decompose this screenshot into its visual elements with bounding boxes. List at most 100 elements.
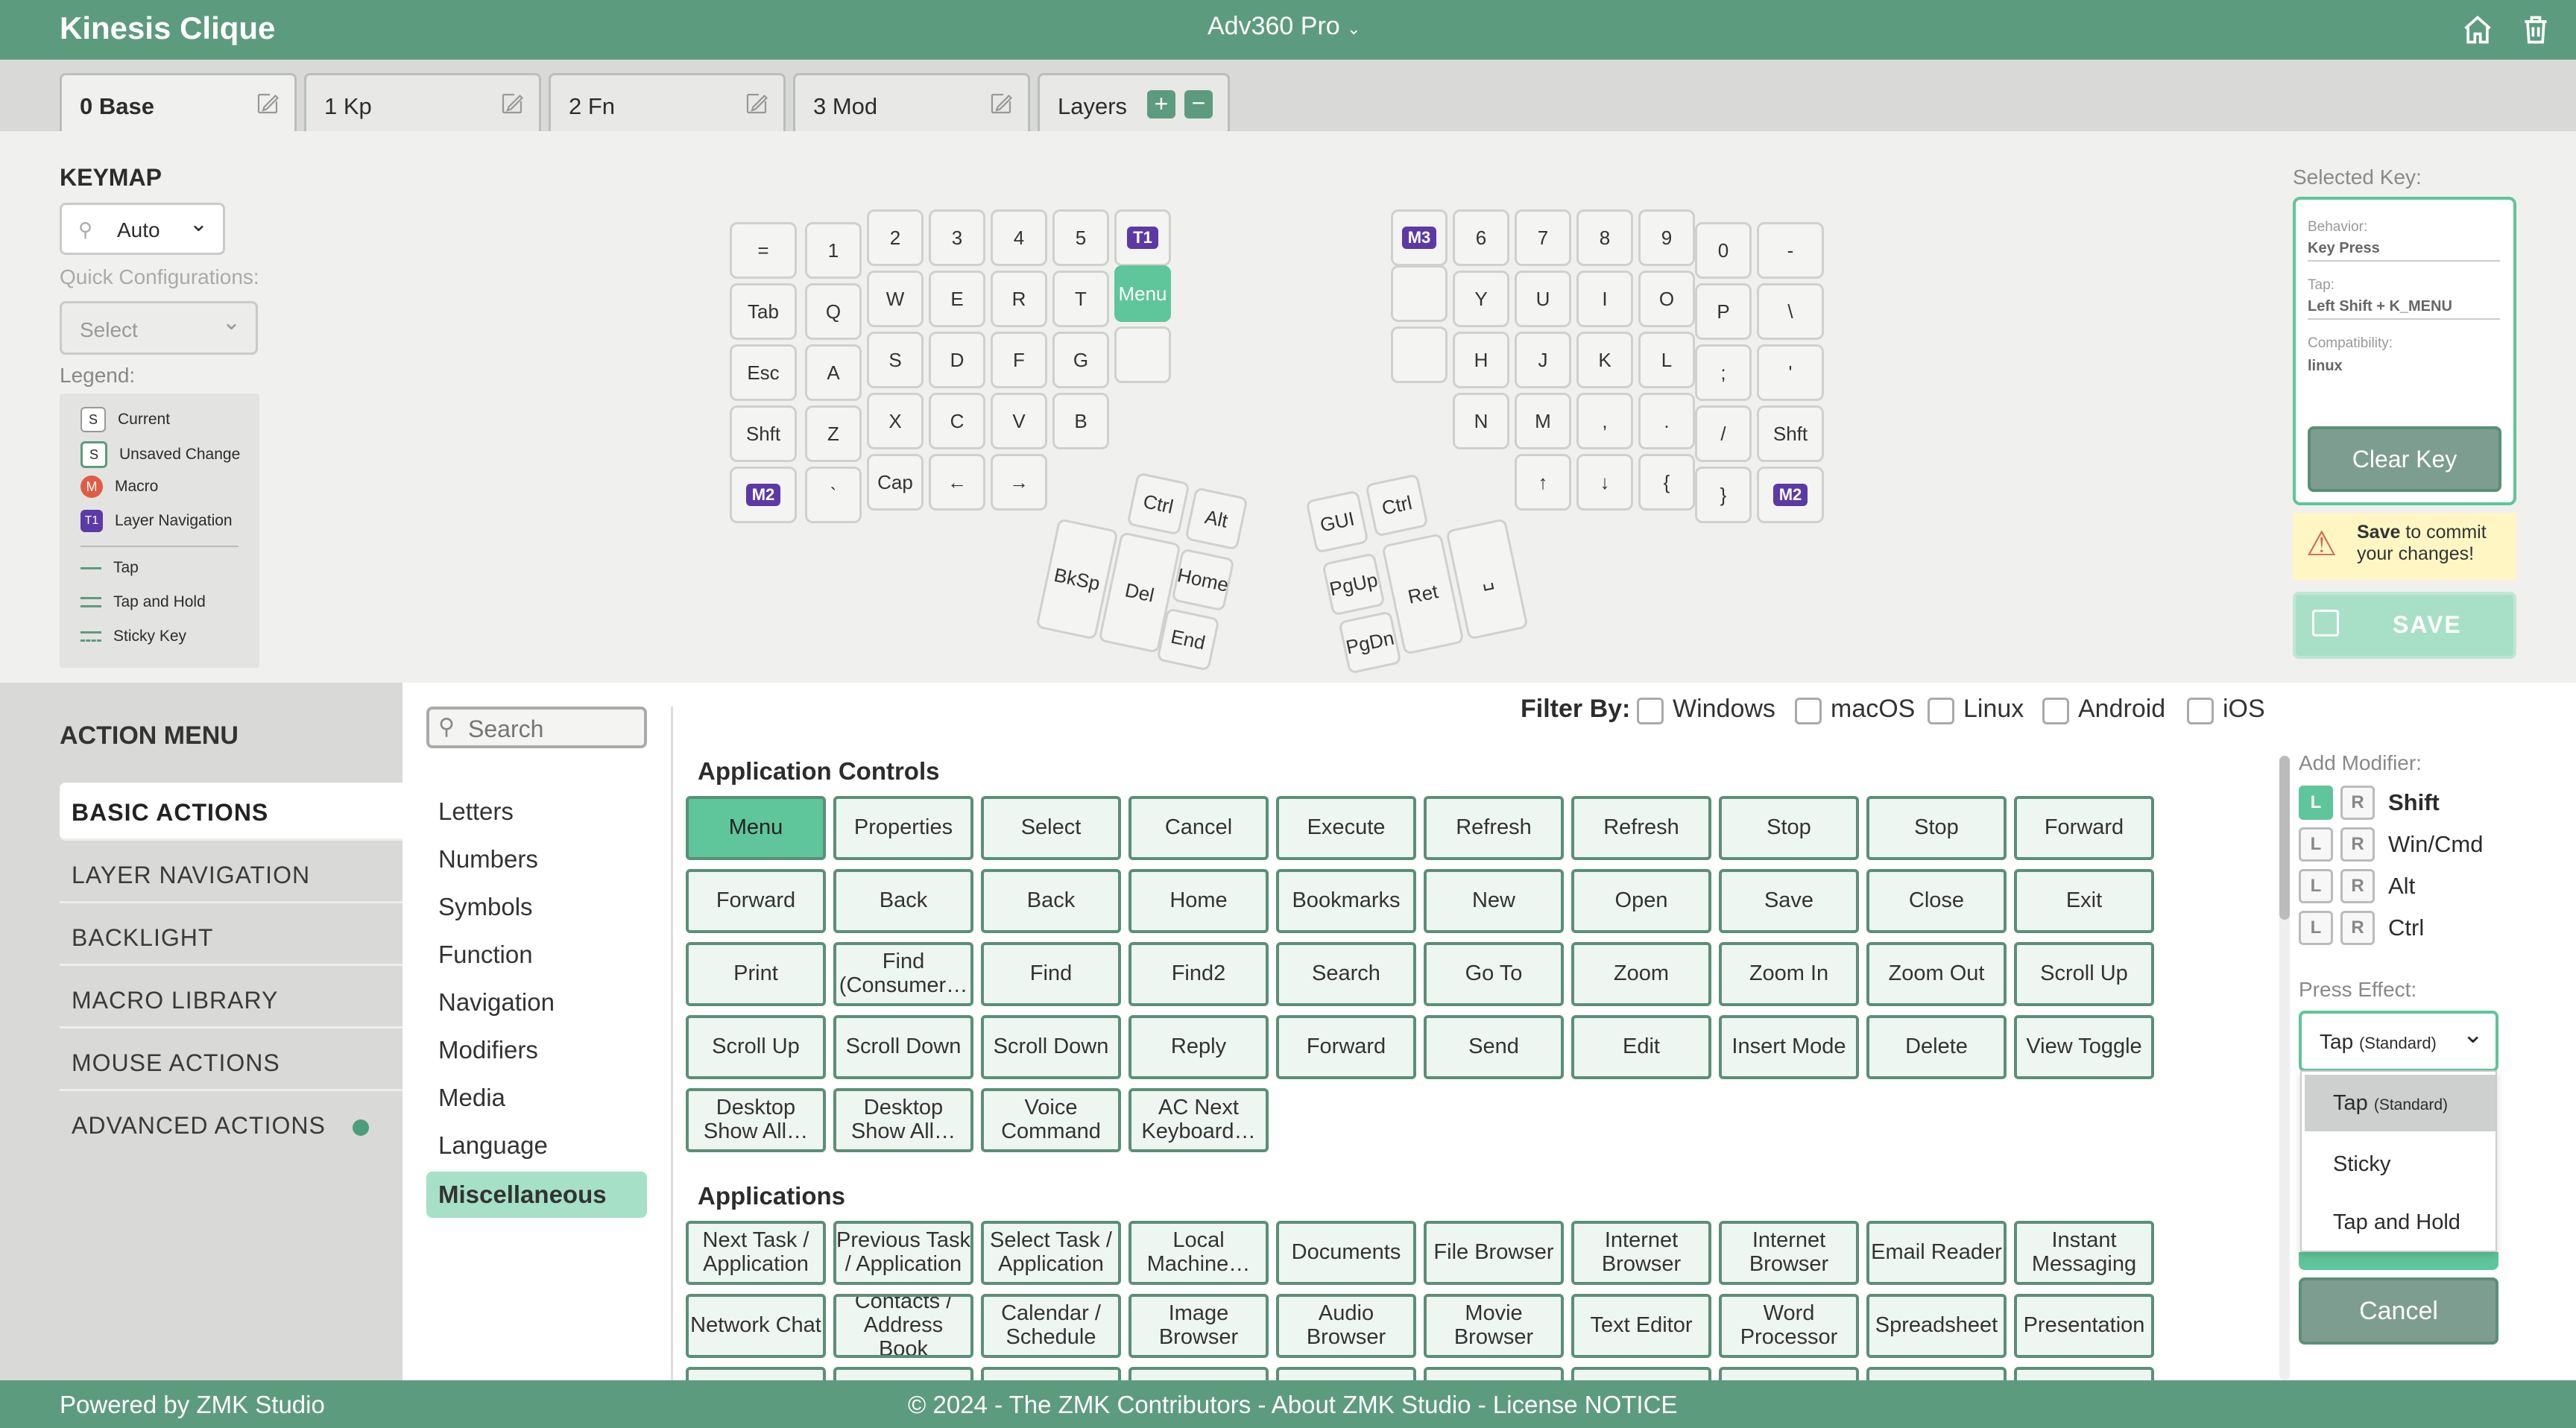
modifier-left-toggle[interactable]: L xyxy=(2299,869,2333,903)
filter-linux-checkbox[interactable] xyxy=(1928,698,1954,724)
app-button-clipped[interactable] xyxy=(1866,1367,2007,1380)
action-button-11[interactable]: Back xyxy=(833,869,973,933)
key-left-alt[interactable]: Alt xyxy=(1184,487,1248,551)
app-button-15[interactable]: Movie Browser xyxy=(1424,1294,1564,1358)
trash-icon[interactable] xyxy=(2519,13,2552,46)
app-button-16[interactable]: Text Editor xyxy=(1571,1294,1711,1358)
cancel-button[interactable]: Cancel xyxy=(2299,1277,2498,1345)
key-left-25[interactable]: V xyxy=(991,393,1047,449)
key-right-3[interactable]: 8 xyxy=(1576,209,1633,266)
app-button-clipped[interactable] xyxy=(1276,1367,1416,1380)
key-right-24[interactable]: . xyxy=(1638,393,1695,449)
save-button[interactable]: SAVE xyxy=(2293,592,2516,659)
action-button-36[interactable]: Edit xyxy=(1571,1015,1711,1079)
key-right-11[interactable]: O xyxy=(1638,271,1695,327)
key-left-26[interactable]: B xyxy=(1052,393,1109,449)
key-right-16[interactable]: J xyxy=(1515,332,1571,388)
filter-ios-checkbox[interactable] xyxy=(2187,698,2214,724)
key-left-18[interactable]: F xyxy=(991,332,1047,388)
tab-layer-0[interactable]: 0 Base xyxy=(60,73,297,133)
modifier-left-toggle[interactable]: L xyxy=(2299,827,2333,862)
key-left-0[interactable]: = xyxy=(730,222,797,279)
key-right-22[interactable]: M xyxy=(1515,393,1571,449)
action-button-20[interactable]: Print xyxy=(686,942,826,1006)
key-right-6[interactable]: - xyxy=(1757,222,1824,279)
action-button-23[interactable]: Find2 xyxy=(1128,942,1269,1006)
filter-windows-checkbox[interactable] xyxy=(1637,698,1664,724)
action-button-19[interactable]: Exit xyxy=(2014,869,2154,933)
footer-powered-by[interactable]: Powered by ZMK Studio xyxy=(60,1391,325,1419)
action-button-21[interactable]: Find (Consumer… xyxy=(833,942,973,1006)
action-button-14[interactable]: Bookmarks xyxy=(1276,869,1416,933)
add-layer-button[interactable]: + xyxy=(1147,90,1175,119)
key-right-29[interactable]: { xyxy=(1638,454,1695,511)
key-right-7[interactable] xyxy=(1391,265,1448,322)
search-input[interactable] xyxy=(467,713,641,745)
key-left-11[interactable]: R xyxy=(991,271,1047,327)
action-button-38[interactable]: Delete xyxy=(1866,1015,2007,1079)
modifier-right-toggle[interactable]: R xyxy=(2340,911,2375,945)
key-right-26[interactable]: Shft xyxy=(1757,405,1824,462)
action-button-18[interactable]: Close xyxy=(1866,869,2007,933)
app-button-0[interactable]: Next Task / Application xyxy=(686,1221,826,1285)
key-right-19[interactable]: ; xyxy=(1695,344,1752,401)
category-media[interactable]: Media xyxy=(438,1084,505,1112)
key-left-end[interactable]: End xyxy=(1156,607,1220,672)
action-scrollbar[interactable] xyxy=(2279,756,2290,1380)
action-button-7[interactable]: Stop xyxy=(1719,796,1859,860)
action-button-9[interactable]: Forward xyxy=(2014,796,2154,860)
key-left-21[interactable]: Shft xyxy=(730,405,797,462)
home-icon[interactable] xyxy=(2461,13,2494,46)
key-left-19[interactable]: G xyxy=(1052,332,1109,388)
key-left-16[interactable]: S xyxy=(867,332,924,388)
key-left-17[interactable]: D xyxy=(929,332,985,388)
category-navigation[interactable]: Navigation xyxy=(438,988,555,1017)
category-miscellaneous[interactable]: Miscellaneous xyxy=(426,1172,647,1218)
key-left-14[interactable]: Esc xyxy=(730,344,797,401)
edit-icon[interactable] xyxy=(988,90,1014,117)
key-right-pgdn[interactable]: PgDn xyxy=(1338,610,1402,674)
app-button-3[interactable]: Local Machine… xyxy=(1128,1221,1269,1285)
key-left-6[interactable]: T1 xyxy=(1114,209,1171,266)
key-left-23[interactable]: X xyxy=(867,393,924,449)
tab-layer-3[interactable]: 3 Mod xyxy=(793,73,1030,131)
key-right-gui[interactable]: GUI xyxy=(1305,490,1369,554)
filter-android-checkbox[interactable] xyxy=(2042,698,2069,724)
key-left-8[interactable]: Q xyxy=(805,283,862,340)
app-button-19[interactable]: Presentation xyxy=(2014,1294,2154,1358)
key-left-27[interactable]: M2 xyxy=(730,467,797,523)
action-button-24[interactable]: Search xyxy=(1276,942,1416,1006)
key-right-8[interactable]: Y xyxy=(1453,271,1509,327)
key-right-10[interactable]: I xyxy=(1576,271,1633,327)
apply-button-partial[interactable] xyxy=(2299,1252,2498,1270)
remove-layer-button[interactable]: − xyxy=(1184,90,1213,119)
app-button-5[interactable]: File Browser xyxy=(1424,1221,1564,1285)
action-button-42[interactable]: Voice Command xyxy=(981,1088,1121,1152)
search-field[interactable]: ⚲ xyxy=(426,707,647,748)
key-left-3[interactable]: 3 xyxy=(929,209,985,266)
app-button-2[interactable]: Select Task / Application xyxy=(981,1221,1121,1285)
action-button-34[interactable]: Forward xyxy=(1276,1015,1416,1079)
action-button-16[interactable]: Open xyxy=(1571,869,1711,933)
action-button-43[interactable]: AC Next Keyboard… xyxy=(1128,1088,1269,1152)
action-button-1[interactable]: Properties xyxy=(833,796,973,860)
key-right-31[interactable]: M2 xyxy=(1757,467,1824,523)
app-button-clipped[interactable] xyxy=(1719,1367,1859,1380)
action-menu-advanced-actions[interactable]: ADVANCED ACTIONS xyxy=(60,1096,402,1154)
key-left-13[interactable]: Menu xyxy=(1114,265,1171,322)
category-symbols[interactable]: Symbols xyxy=(438,893,533,921)
key-left-31[interactable]: → xyxy=(991,454,1047,511)
modifier-left-toggle[interactable]: L xyxy=(2299,786,2333,820)
app-button-clipped[interactable] xyxy=(2014,1367,2154,1380)
action-button-6[interactable]: Refresh xyxy=(1571,796,1711,860)
key-left-9[interactable]: W xyxy=(867,271,924,327)
category-letters[interactable]: Letters xyxy=(438,797,514,826)
edit-icon[interactable] xyxy=(499,90,525,117)
app-button-13[interactable]: Image Browser xyxy=(1128,1294,1269,1358)
action-button-32[interactable]: Scroll Down xyxy=(981,1015,1121,1079)
app-button-11[interactable]: Contacts / Address Book xyxy=(833,1294,973,1358)
key-right-ctrl[interactable]: Ctrl xyxy=(1365,473,1429,537)
action-button-10[interactable]: Forward xyxy=(686,869,826,933)
category-function[interactable]: Function xyxy=(438,941,533,969)
app-button-6[interactable]: Internet Browser xyxy=(1571,1221,1711,1285)
